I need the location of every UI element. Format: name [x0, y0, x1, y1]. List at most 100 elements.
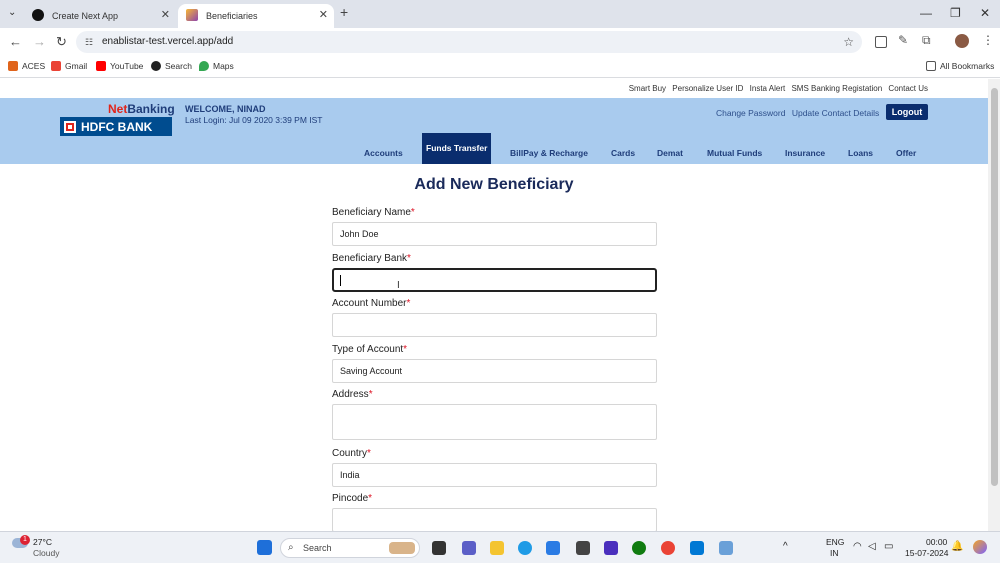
- top-utility-links: Smart Buy Personalize User ID Insta Aler…: [625, 84, 928, 93]
- address-bar[interactable]: ☷ enablistar-test.vercel.app/add ☆: [76, 31, 862, 53]
- pincode-input[interactable]: [332, 508, 657, 531]
- nav-insurance[interactable]: Insurance: [785, 148, 825, 158]
- pen-icon[interactable]: ✎: [898, 33, 908, 47]
- bookmark-star-icon[interactable]: ☆: [843, 31, 854, 53]
- search-engine-icon: [151, 61, 161, 71]
- youtube-icon: [96, 61, 106, 71]
- forward-icon[interactable]: →: [33, 34, 46, 49]
- nav-mutual-funds[interactable]: Mutual Funds: [707, 148, 762, 158]
- link-contact-us[interactable]: Contact Us: [888, 84, 928, 93]
- clock-date: 15-07-2024: [905, 548, 949, 558]
- link-smart-buy[interactable]: Smart Buy: [629, 84, 666, 93]
- label-address: Address*: [332, 389, 373, 400]
- bookmark-gmail[interactable]: Gmail: [51, 61, 87, 71]
- browser-toolbar: ← → ↻ ☷ enablistar-test.vercel.app/add ☆…: [0, 28, 1000, 56]
- nav-demat[interactable]: Demat: [657, 148, 683, 158]
- taskbar-search[interactable]: ⌕ Search: [280, 538, 420, 558]
- bookmark-search[interactable]: Search: [151, 61, 192, 71]
- app-icon[interactable]: [604, 541, 618, 555]
- nav-offer[interactable]: Offer: [896, 148, 916, 158]
- weather-temp[interactable]: 27°C: [33, 537, 52, 547]
- minimize-icon[interactable]: —: [920, 6, 932, 20]
- restore-icon[interactable]: ❐: [950, 6, 961, 20]
- tab-search-icon[interactable]: ⌄: [8, 7, 16, 18]
- store-icon[interactable]: [546, 541, 560, 555]
- ibeam-cursor-icon: I: [397, 280, 400, 291]
- chrome-icon[interactable]: [661, 541, 675, 555]
- cube-app-icon[interactable]: [576, 541, 590, 555]
- link-insta-alert[interactable]: Insta Alert: [750, 84, 786, 93]
- link-change-password[interactable]: Change Password: [716, 108, 785, 118]
- vscode-icon[interactable]: [690, 541, 704, 555]
- weather-badge: 1: [20, 535, 30, 545]
- nav-billpay[interactable]: BillPay & Recharge: [510, 148, 588, 158]
- picture-in-picture-icon[interactable]: [875, 36, 887, 48]
- bookmark-maps[interactable]: Maps: [199, 61, 234, 71]
- volume-icon[interactable]: ◁: [868, 541, 876, 552]
- back-icon[interactable]: ←: [9, 34, 22, 49]
- teams-icon[interactable]: [462, 541, 476, 555]
- web-page: Smart Buy Personalize User ID Insta Aler…: [0, 79, 988, 531]
- text-caret: [340, 275, 341, 286]
- vercel-favicon-icon: [186, 9, 198, 21]
- label-beneficiary-name: Beneficiary Name*: [332, 207, 415, 218]
- all-bookmarks[interactable]: All Bookmarks: [926, 61, 994, 71]
- scrollbar-thumb[interactable]: [991, 88, 998, 486]
- close-tab-icon[interactable]: ✕: [319, 8, 328, 21]
- type-of-account-input[interactable]: Saving Account: [332, 359, 657, 383]
- link-personalize-user-id[interactable]: Personalize User ID: [672, 84, 743, 93]
- hdfc-logo-icon: [64, 120, 76, 133]
- weather-desc: Cloudy: [33, 548, 60, 558]
- site-header: NetBanking HDFC BANK WELCOME, NINAD Last…: [0, 98, 988, 164]
- tab-create-next-app[interactable]: Create Next App ✕: [24, 4, 176, 28]
- welcome-text: WELCOME, NINAD: [185, 104, 266, 114]
- netbanking-wordmark: NetBanking: [108, 102, 175, 116]
- new-tab-icon[interactable]: +: [340, 4, 348, 20]
- nav-cards[interactable]: Cards: [611, 148, 635, 158]
- account-number-input[interactable]: [332, 313, 657, 337]
- tab-title: Beneficiaries: [206, 11, 258, 21]
- task-view-icon[interactable]: [432, 541, 446, 555]
- wifi-icon[interactable]: ◠: [853, 541, 862, 552]
- link-update-contact[interactable]: Update Contact Details: [792, 108, 879, 118]
- language-text[interactable]: ENG: [826, 537, 844, 547]
- page-title: Add New Beneficiary: [414, 176, 574, 193]
- tray-chevron-icon[interactable]: ^: [783, 541, 788, 552]
- close-window-icon[interactable]: ✕: [980, 6, 990, 20]
- edge-icon[interactable]: [518, 541, 532, 555]
- hdfc-logo[interactable]: HDFC BANK: [60, 117, 172, 136]
- beneficiary-name-input[interactable]: John Doe: [332, 222, 657, 246]
- tab-beneficiaries[interactable]: Beneficiaries ✕: [178, 4, 334, 28]
- nav-loans[interactable]: Loans: [848, 148, 873, 158]
- region-text: IN: [830, 548, 839, 558]
- bookmark-youtube[interactable]: YouTube: [96, 61, 143, 71]
- label-pincode: Pincode*: [332, 493, 373, 504]
- logout-button[interactable]: Logout: [886, 104, 928, 120]
- header-links: Change Password Update Contact Details: [716, 108, 883, 118]
- notification-bell-icon[interactable]: 🔔: [951, 541, 963, 552]
- start-windows-icon[interactable]: [257, 540, 272, 555]
- aces-icon: [8, 61, 18, 71]
- copilot-icon[interactable]: [973, 540, 987, 554]
- snipping-tool-icon[interactable]: [719, 541, 733, 555]
- url-text: enablistar-test.vercel.app/add: [102, 36, 234, 47]
- search-highlight-icon: [389, 542, 415, 554]
- bookmark-aces[interactable]: ACES: [8, 61, 45, 71]
- nav-accounts[interactable]: Accounts: [364, 148, 403, 158]
- clock-time[interactable]: 00:00: [926, 537, 947, 547]
- site-info-icon[interactable]: ☷: [85, 31, 93, 53]
- profile-avatar[interactable]: [955, 34, 969, 48]
- xbox-icon[interactable]: [632, 541, 646, 555]
- address-textarea[interactable]: [332, 404, 657, 440]
- file-explorer-icon[interactable]: [490, 541, 504, 555]
- battery-icon[interactable]: ▭: [884, 541, 893, 552]
- menu-icon[interactable]: ⋮: [982, 33, 994, 47]
- close-tab-icon[interactable]: ✕: [161, 8, 170, 21]
- country-input[interactable]: India: [332, 463, 657, 487]
- beneficiary-bank-input[interactable]: I: [332, 268, 657, 292]
- reload-icon[interactable]: ↻: [56, 34, 67, 50]
- label-country: Country*: [332, 448, 371, 459]
- nav-funds-transfer[interactable]: Funds Transfer: [422, 133, 492, 164]
- link-sms-banking[interactable]: SMS Banking Registation: [791, 84, 882, 93]
- extensions-icon[interactable]: ⧉: [922, 33, 931, 48]
